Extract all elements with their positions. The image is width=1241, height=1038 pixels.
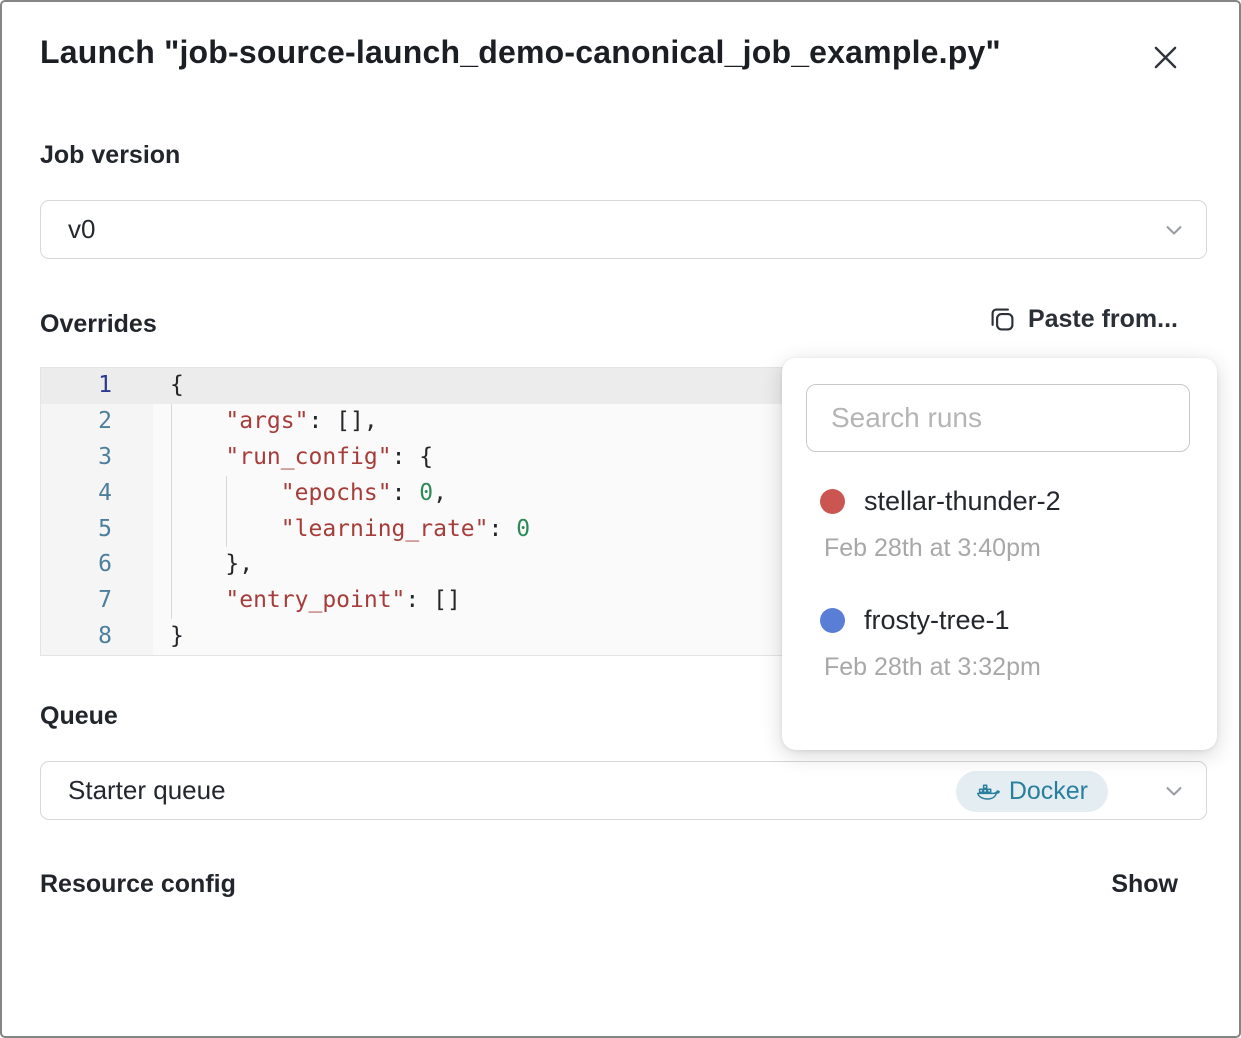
job-version-select[interactable]: v0	[40, 200, 1207, 259]
paste-from-popup: stellar-thunder-2 Feb 28th at 3:40pm frost…	[782, 358, 1217, 750]
run-date: Feb 28th at 3:40pm	[806, 534, 1193, 563]
line-number: 1	[41, 368, 153, 404]
queue-value: Starter queue	[68, 775, 226, 806]
run-name: stellar-thunder-2	[864, 486, 1061, 517]
job-version-value: v0	[68, 214, 95, 245]
close-icon	[1149, 41, 1182, 74]
close-button[interactable]	[1146, 38, 1184, 76]
overrides-label: Overrides	[40, 310, 157, 339]
run-color-dot	[820, 489, 845, 514]
chevron-down-icon	[1160, 777, 1188, 805]
run-option[interactable]: stellar-thunder-2 Feb 28th at 3:40pm	[806, 486, 1193, 563]
resource-config-label: Resource config	[40, 870, 236, 899]
docker-badge: Docker	[956, 771, 1108, 812]
docker-badge-label: Docker	[1009, 777, 1088, 806]
line-number: 8	[41, 619, 153, 655]
run-option[interactable]: frosty-tree-1 Feb 28th at 3:32pm	[806, 605, 1193, 682]
queue-label: Queue	[40, 702, 118, 731]
line-number: 4	[41, 476, 153, 512]
run-name: frosty-tree-1	[864, 605, 1010, 636]
paste-from-label: Paste from...	[1028, 305, 1178, 334]
line-number: 2	[41, 404, 153, 440]
search-runs-input[interactable]	[806, 384, 1190, 452]
line-number: 7	[41, 583, 153, 619]
line-number: 3	[41, 440, 153, 476]
line-number: 5	[41, 512, 153, 548]
job-version-label: Job version	[40, 141, 180, 170]
resource-config-show-button[interactable]: Show	[1111, 870, 1178, 899]
copy-icon	[989, 306, 1016, 333]
runs-list: stellar-thunder-2 Feb 28th at 3:40pm frost…	[806, 486, 1193, 682]
launch-job-modal: Launch "job-source-launch_demo-canonical…	[0, 0, 1241, 1038]
line-number: 6	[41, 547, 153, 583]
chevron-down-icon	[1160, 216, 1188, 244]
docker-whale-icon	[976, 780, 1000, 804]
run-date: Feb 28th at 3:32pm	[806, 653, 1193, 682]
run-color-dot	[820, 608, 845, 633]
paste-from-button[interactable]: Paste from...	[989, 305, 1178, 334]
queue-select[interactable]: Starter queue Docker	[40, 761, 1207, 820]
modal-title: Launch "job-source-launch_demo-canonical…	[40, 34, 1001, 71]
